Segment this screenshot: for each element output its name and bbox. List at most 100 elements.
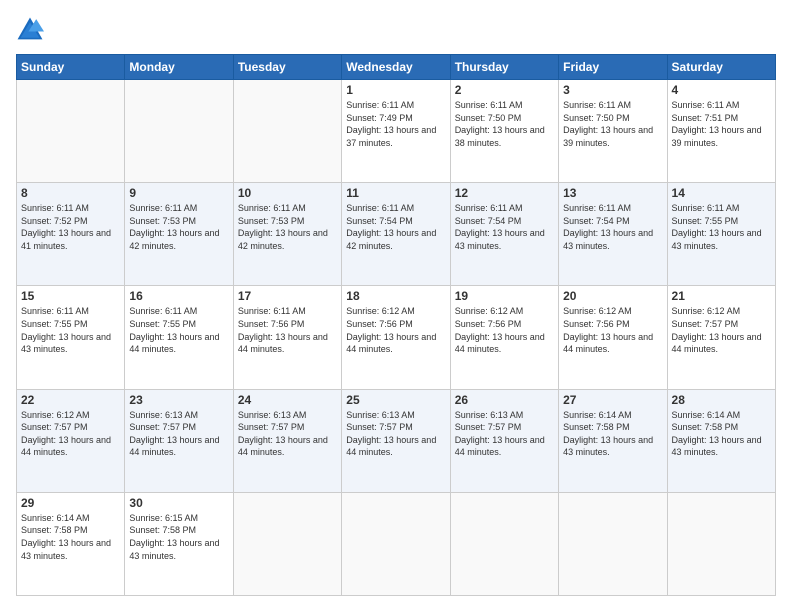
day-number: 3 — [563, 83, 662, 97]
calendar-cell: 24 Sunrise: 6:13 AMSunset: 7:57 PMDaylig… — [233, 389, 341, 492]
calendar-cell: 27 Sunrise: 6:14 AMSunset: 7:58 PMDaylig… — [559, 389, 667, 492]
day-info: Sunrise: 6:12 AMSunset: 7:57 PMDaylight:… — [672, 306, 762, 354]
day-info: Sunrise: 6:11 AMSunset: 7:55 PMDaylight:… — [21, 306, 111, 354]
day-info: Sunrise: 6:11 AMSunset: 7:55 PMDaylight:… — [672, 203, 762, 251]
calendar-cell: 22 Sunrise: 6:12 AMSunset: 7:57 PMDaylig… — [17, 389, 125, 492]
day-info: Sunrise: 6:11 AMSunset: 7:53 PMDaylight:… — [129, 203, 219, 251]
day-number: 1 — [346, 83, 445, 97]
day-number: 22 — [21, 393, 120, 407]
day-info: Sunrise: 6:11 AMSunset: 7:54 PMDaylight:… — [346, 203, 436, 251]
calendar-cell: 18 Sunrise: 6:12 AMSunset: 7:56 PMDaylig… — [342, 286, 450, 389]
calendar-cell: 14 Sunrise: 6:11 AMSunset: 7:55 PMDaylig… — [667, 183, 775, 286]
logo-icon — [16, 16, 44, 44]
day-number: 16 — [129, 289, 228, 303]
calendar-day-header: Thursday — [450, 55, 558, 80]
day-number: 18 — [346, 289, 445, 303]
day-info: Sunrise: 6:11 AMSunset: 7:55 PMDaylight:… — [129, 306, 219, 354]
calendar-cell — [17, 80, 125, 183]
day-info: Sunrise: 6:13 AMSunset: 7:57 PMDaylight:… — [238, 410, 328, 458]
calendar-cell — [559, 492, 667, 595]
day-info: Sunrise: 6:12 AMSunset: 7:56 PMDaylight:… — [455, 306, 545, 354]
calendar-cell: 30 Sunrise: 6:15 AMSunset: 7:58 PMDaylig… — [125, 492, 233, 595]
calendar-cell: 15 Sunrise: 6:11 AMSunset: 7:55 PMDaylig… — [17, 286, 125, 389]
calendar-cell: 2 Sunrise: 6:11 AMSunset: 7:50 PMDayligh… — [450, 80, 558, 183]
day-info: Sunrise: 6:13 AMSunset: 7:57 PMDaylight:… — [129, 410, 219, 458]
day-number: 20 — [563, 289, 662, 303]
calendar-cell: 20 Sunrise: 6:12 AMSunset: 7:56 PMDaylig… — [559, 286, 667, 389]
day-info: Sunrise: 6:11 AMSunset: 7:50 PMDaylight:… — [455, 100, 545, 148]
day-number: 30 — [129, 496, 228, 510]
calendar-cell — [667, 492, 775, 595]
calendar-week-row: 29 Sunrise: 6:14 AMSunset: 7:58 PMDaylig… — [17, 492, 776, 595]
day-number: 21 — [672, 289, 771, 303]
day-info: Sunrise: 6:12 AMSunset: 7:56 PMDaylight:… — [346, 306, 436, 354]
day-number: 28 — [672, 393, 771, 407]
day-info: Sunrise: 6:13 AMSunset: 7:57 PMDaylight:… — [346, 410, 436, 458]
calendar-cell: 19 Sunrise: 6:12 AMSunset: 7:56 PMDaylig… — [450, 286, 558, 389]
calendar-cell: 8 Sunrise: 6:11 AMSunset: 7:52 PMDayligh… — [17, 183, 125, 286]
calendar-cell: 21 Sunrise: 6:12 AMSunset: 7:57 PMDaylig… — [667, 286, 775, 389]
calendar-cell: 25 Sunrise: 6:13 AMSunset: 7:57 PMDaylig… — [342, 389, 450, 492]
day-number: 26 — [455, 393, 554, 407]
day-number: 17 — [238, 289, 337, 303]
calendar-cell — [233, 492, 341, 595]
calendar-cell: 16 Sunrise: 6:11 AMSunset: 7:55 PMDaylig… — [125, 286, 233, 389]
calendar-cell — [450, 492, 558, 595]
day-number: 14 — [672, 186, 771, 200]
calendar-week-row: 1 Sunrise: 6:11 AMSunset: 7:49 PMDayligh… — [17, 80, 776, 183]
day-number: 12 — [455, 186, 554, 200]
header — [16, 16, 776, 44]
calendar-cell — [342, 492, 450, 595]
calendar-day-header: Monday — [125, 55, 233, 80]
day-info: Sunrise: 6:11 AMSunset: 7:54 PMDaylight:… — [455, 203, 545, 251]
calendar-cell: 11 Sunrise: 6:11 AMSunset: 7:54 PMDaylig… — [342, 183, 450, 286]
calendar-day-header: Tuesday — [233, 55, 341, 80]
calendar-header-row: SundayMondayTuesdayWednesdayThursdayFrid… — [17, 55, 776, 80]
calendar-day-header: Saturday — [667, 55, 775, 80]
day-info: Sunrise: 6:12 AMSunset: 7:56 PMDaylight:… — [563, 306, 653, 354]
calendar-table: SundayMondayTuesdayWednesdayThursdayFrid… — [16, 54, 776, 596]
day-info: Sunrise: 6:11 AMSunset: 7:50 PMDaylight:… — [563, 100, 653, 148]
calendar-cell: 4 Sunrise: 6:11 AMSunset: 7:51 PMDayligh… — [667, 80, 775, 183]
day-number: 2 — [455, 83, 554, 97]
calendar-cell: 12 Sunrise: 6:11 AMSunset: 7:54 PMDaylig… — [450, 183, 558, 286]
calendar-week-row: 15 Sunrise: 6:11 AMSunset: 7:55 PMDaylig… — [17, 286, 776, 389]
day-info: Sunrise: 6:11 AMSunset: 7:49 PMDaylight:… — [346, 100, 436, 148]
calendar-cell: 26 Sunrise: 6:13 AMSunset: 7:57 PMDaylig… — [450, 389, 558, 492]
day-info: Sunrise: 6:13 AMSunset: 7:57 PMDaylight:… — [455, 410, 545, 458]
day-number: 13 — [563, 186, 662, 200]
calendar-day-header: Friday — [559, 55, 667, 80]
day-number: 27 — [563, 393, 662, 407]
calendar-cell — [125, 80, 233, 183]
day-info: Sunrise: 6:14 AMSunset: 7:58 PMDaylight:… — [672, 410, 762, 458]
day-number: 25 — [346, 393, 445, 407]
day-info: Sunrise: 6:11 AMSunset: 7:51 PMDaylight:… — [672, 100, 762, 148]
calendar-cell: 23 Sunrise: 6:13 AMSunset: 7:57 PMDaylig… — [125, 389, 233, 492]
calendar-cell: 3 Sunrise: 6:11 AMSunset: 7:50 PMDayligh… — [559, 80, 667, 183]
day-info: Sunrise: 6:11 AMSunset: 7:53 PMDaylight:… — [238, 203, 328, 251]
page: SundayMondayTuesdayWednesdayThursdayFrid… — [0, 0, 792, 612]
calendar-day-header: Wednesday — [342, 55, 450, 80]
calendar-cell: 17 Sunrise: 6:11 AMSunset: 7:56 PMDaylig… — [233, 286, 341, 389]
day-info: Sunrise: 6:15 AMSunset: 7:58 PMDaylight:… — [129, 513, 219, 561]
day-info: Sunrise: 6:11 AMSunset: 7:56 PMDaylight:… — [238, 306, 328, 354]
day-number: 4 — [672, 83, 771, 97]
day-info: Sunrise: 6:12 AMSunset: 7:57 PMDaylight:… — [21, 410, 111, 458]
day-number: 15 — [21, 289, 120, 303]
day-number: 10 — [238, 186, 337, 200]
day-info: Sunrise: 6:11 AMSunset: 7:52 PMDaylight:… — [21, 203, 111, 251]
calendar-cell — [233, 80, 341, 183]
day-number: 8 — [21, 186, 120, 200]
day-info: Sunrise: 6:14 AMSunset: 7:58 PMDaylight:… — [21, 513, 111, 561]
calendar-cell: 9 Sunrise: 6:11 AMSunset: 7:53 PMDayligh… — [125, 183, 233, 286]
logo — [16, 16, 48, 44]
calendar-cell: 28 Sunrise: 6:14 AMSunset: 7:58 PMDaylig… — [667, 389, 775, 492]
day-info: Sunrise: 6:14 AMSunset: 7:58 PMDaylight:… — [563, 410, 653, 458]
calendar-cell: 29 Sunrise: 6:14 AMSunset: 7:58 PMDaylig… — [17, 492, 125, 595]
calendar-week-row: 22 Sunrise: 6:12 AMSunset: 7:57 PMDaylig… — [17, 389, 776, 492]
day-number: 9 — [129, 186, 228, 200]
day-number: 23 — [129, 393, 228, 407]
calendar-cell: 13 Sunrise: 6:11 AMSunset: 7:54 PMDaylig… — [559, 183, 667, 286]
day-number: 24 — [238, 393, 337, 407]
day-number: 11 — [346, 186, 445, 200]
